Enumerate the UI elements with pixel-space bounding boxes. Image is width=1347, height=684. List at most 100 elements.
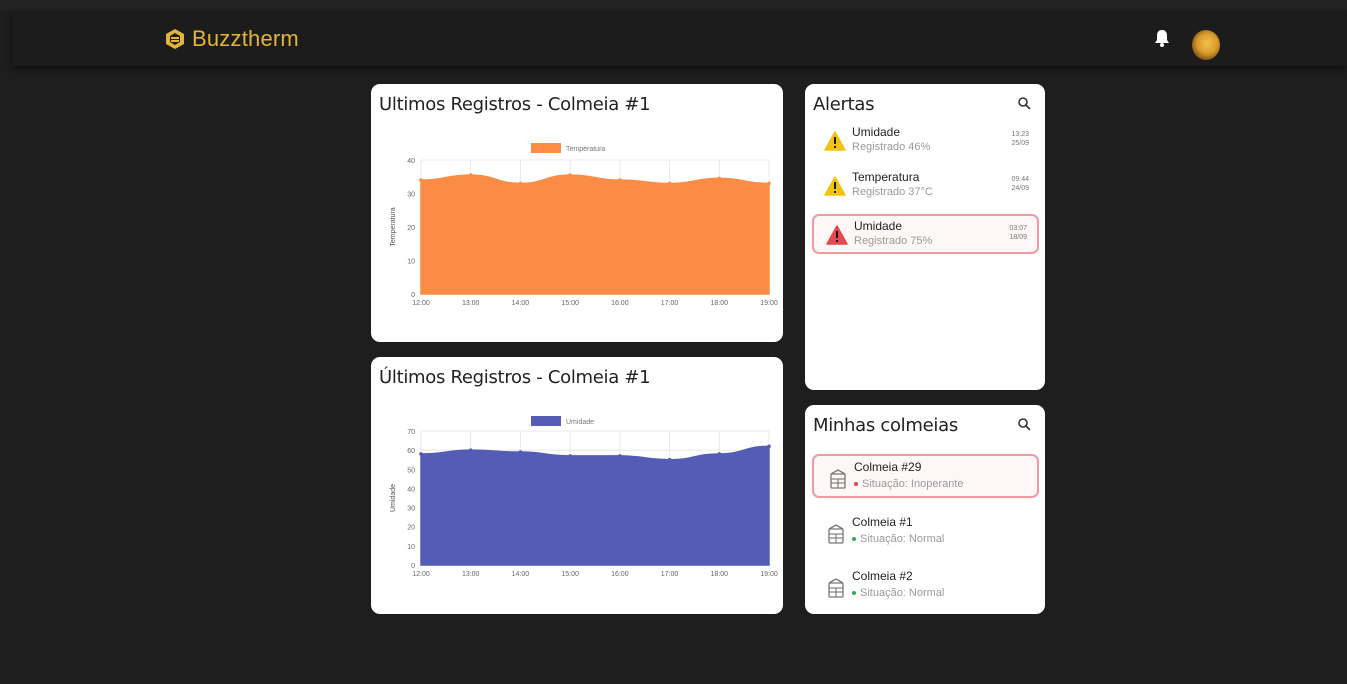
hive-status: Situação: Normal — [852, 587, 944, 599]
x-tick-label: 18:00 — [711, 300, 729, 307]
x-tick-label: 12:00 — [412, 300, 430, 307]
hives-card: Minhas colmeias Colmeia #29 Situação: In… — [805, 405, 1045, 614]
y-tick-label: 30 — [407, 192, 415, 199]
x-tick-label: 17:00 — [661, 300, 679, 307]
beehive-icon — [828, 578, 844, 598]
y-tick-label: 20 — [407, 525, 415, 532]
y-tick-label: 10 — [407, 259, 415, 266]
alert-date: 24/09 — [1011, 185, 1029, 192]
legend-swatch — [531, 416, 561, 426]
hive-item[interactable]: Colmeia #1 Situação: Normal — [812, 511, 1039, 555]
data-point — [717, 452, 722, 456]
alert-timestamp: 03:07 18/09 — [1009, 224, 1027, 242]
legend-label: Umidade — [566, 419, 594, 426]
hives-title: Minhas colmeias — [813, 415, 958, 436]
series-area — [420, 445, 770, 566]
window-frame — [0, 0, 1347, 10]
data-point — [419, 452, 423, 456]
humidity-chart-card: Últimos Registros - Colmeia #1 Umidade 0 1… — [371, 357, 783, 614]
x-tick-label: 14:00 — [512, 571, 530, 578]
y-tick-label: 70 — [407, 429, 415, 436]
data-point — [767, 444, 771, 449]
x-tick-label: 16:00 — [611, 571, 629, 578]
x-tick-label: 13:00 — [462, 300, 480, 307]
alert-timestamp: 13:23 25/09 — [1011, 130, 1029, 148]
hive-item[interactable]: Colmeia #29 Situação: Inoperante — [812, 454, 1039, 498]
y-axis-title: Temperatura — [390, 207, 397, 246]
alert-item[interactable]: Umidade Registrado 46% 13:23 25/09 — [812, 122, 1039, 162]
data-point — [618, 178, 622, 182]
x-tick-label: 15:00 — [561, 300, 579, 307]
x-tick-label: 19:00 — [760, 300, 778, 307]
bell-icon[interactable] — [1153, 28, 1171, 48]
alert-subtitle: Registrado 46% — [852, 141, 931, 153]
hive-status: Situação: Normal — [852, 533, 944, 545]
hive-status: Situação: Inoperante — [854, 478, 964, 490]
alert-item[interactable]: Umidade Registrado 75% 03:07 18/09 — [812, 214, 1039, 254]
x-tick-label: 17:00 — [661, 571, 679, 578]
hive-title: Colmeia #1 — [852, 515, 913, 529]
y-tick-label: 40 — [407, 486, 415, 493]
data-point — [667, 181, 672, 186]
y-tick-label: 10 — [407, 544, 415, 551]
data-point — [568, 173, 572, 177]
warning-icon — [824, 131, 846, 151]
legend-swatch — [531, 143, 561, 153]
hive-title: Colmeia #2 — [852, 569, 913, 583]
warning-icon — [826, 225, 848, 245]
x-tick-label: 15:00 — [561, 571, 579, 578]
alert-time: 09:44 — [1011, 176, 1029, 183]
y-tick-label: 50 — [407, 467, 415, 474]
beehive-icon — [828, 524, 844, 544]
y-tick-label: 20 — [407, 225, 415, 232]
y-tick-label: 0 — [411, 292, 415, 299]
search-icon[interactable] — [1017, 96, 1031, 110]
hive-item[interactable]: Colmeia #2 Situação: Normal — [812, 565, 1039, 609]
alert-date: 18/09 — [1009, 234, 1027, 241]
status-dot — [852, 591, 856, 595]
series-area — [420, 174, 770, 295]
x-tick-label: 12:00 — [412, 571, 430, 578]
legend-label: Temperatura — [566, 146, 605, 153]
y-tick-label: 30 — [407, 506, 415, 513]
x-tick-label: 16:00 — [611, 300, 629, 307]
hive-status-text: Situação: Normal — [860, 533, 945, 545]
temperature-chart: Temperatura 0 10 20 30 40 12:00 13:00 14:00 15:00… — [390, 143, 778, 307]
status-dot — [852, 537, 856, 541]
y-axis-title: Umidade — [390, 484, 397, 512]
alert-title: Umidade — [854, 219, 903, 233]
data-point — [717, 176, 722, 181]
hive-title: Colmeia #29 — [854, 460, 922, 474]
alert-date: 25/09 — [1011, 140, 1029, 147]
x-tick-label: 14:00 — [512, 300, 530, 307]
alert-title: Umidade — [852, 125, 901, 139]
data-point — [419, 178, 423, 182]
data-point — [468, 448, 473, 452]
temperature-chart-card: Ultimos Registros - Colmeia #1 Temperatu… — [371, 84, 783, 342]
y-tick-label: 0 — [411, 563, 415, 570]
x-tick-label: 19:00 — [760, 571, 778, 578]
y-tick-label: 40 — [407, 158, 415, 165]
data-point — [667, 457, 672, 462]
status-dot — [854, 482, 858, 486]
alert-subtitle: Registrado 37°C — [852, 186, 933, 198]
alert-item[interactable]: Temperatura Registrado 37°C 09:44 24/09 — [812, 167, 1039, 207]
user-avatar[interactable] — [1192, 30, 1220, 60]
brand[interactable]: Buzztherm — [164, 26, 299, 52]
x-tick-label: 18:00 — [711, 571, 729, 578]
hive-status-text: Situação: Normal — [860, 587, 945, 599]
y-tick-label: 60 — [407, 448, 415, 455]
data-point — [518, 450, 523, 454]
alerts-title: Alertas — [813, 94, 875, 115]
data-point — [518, 181, 523, 186]
hive-status-text: Situação: Inoperante — [862, 478, 964, 490]
search-icon[interactable] — [1017, 417, 1031, 431]
alerts-card: Alertas Umidade Registrado 46% 13:23 25/… — [805, 84, 1045, 390]
alert-timestamp: 09:44 24/09 — [1011, 175, 1029, 193]
x-tick-label: 13:00 — [462, 571, 480, 578]
data-point — [568, 454, 572, 458]
alert-time: 13:23 — [1011, 131, 1029, 138]
data-point — [618, 454, 622, 458]
alert-subtitle: Registrado 75% — [854, 235, 933, 247]
brand-name: Buzztherm — [192, 26, 299, 51]
